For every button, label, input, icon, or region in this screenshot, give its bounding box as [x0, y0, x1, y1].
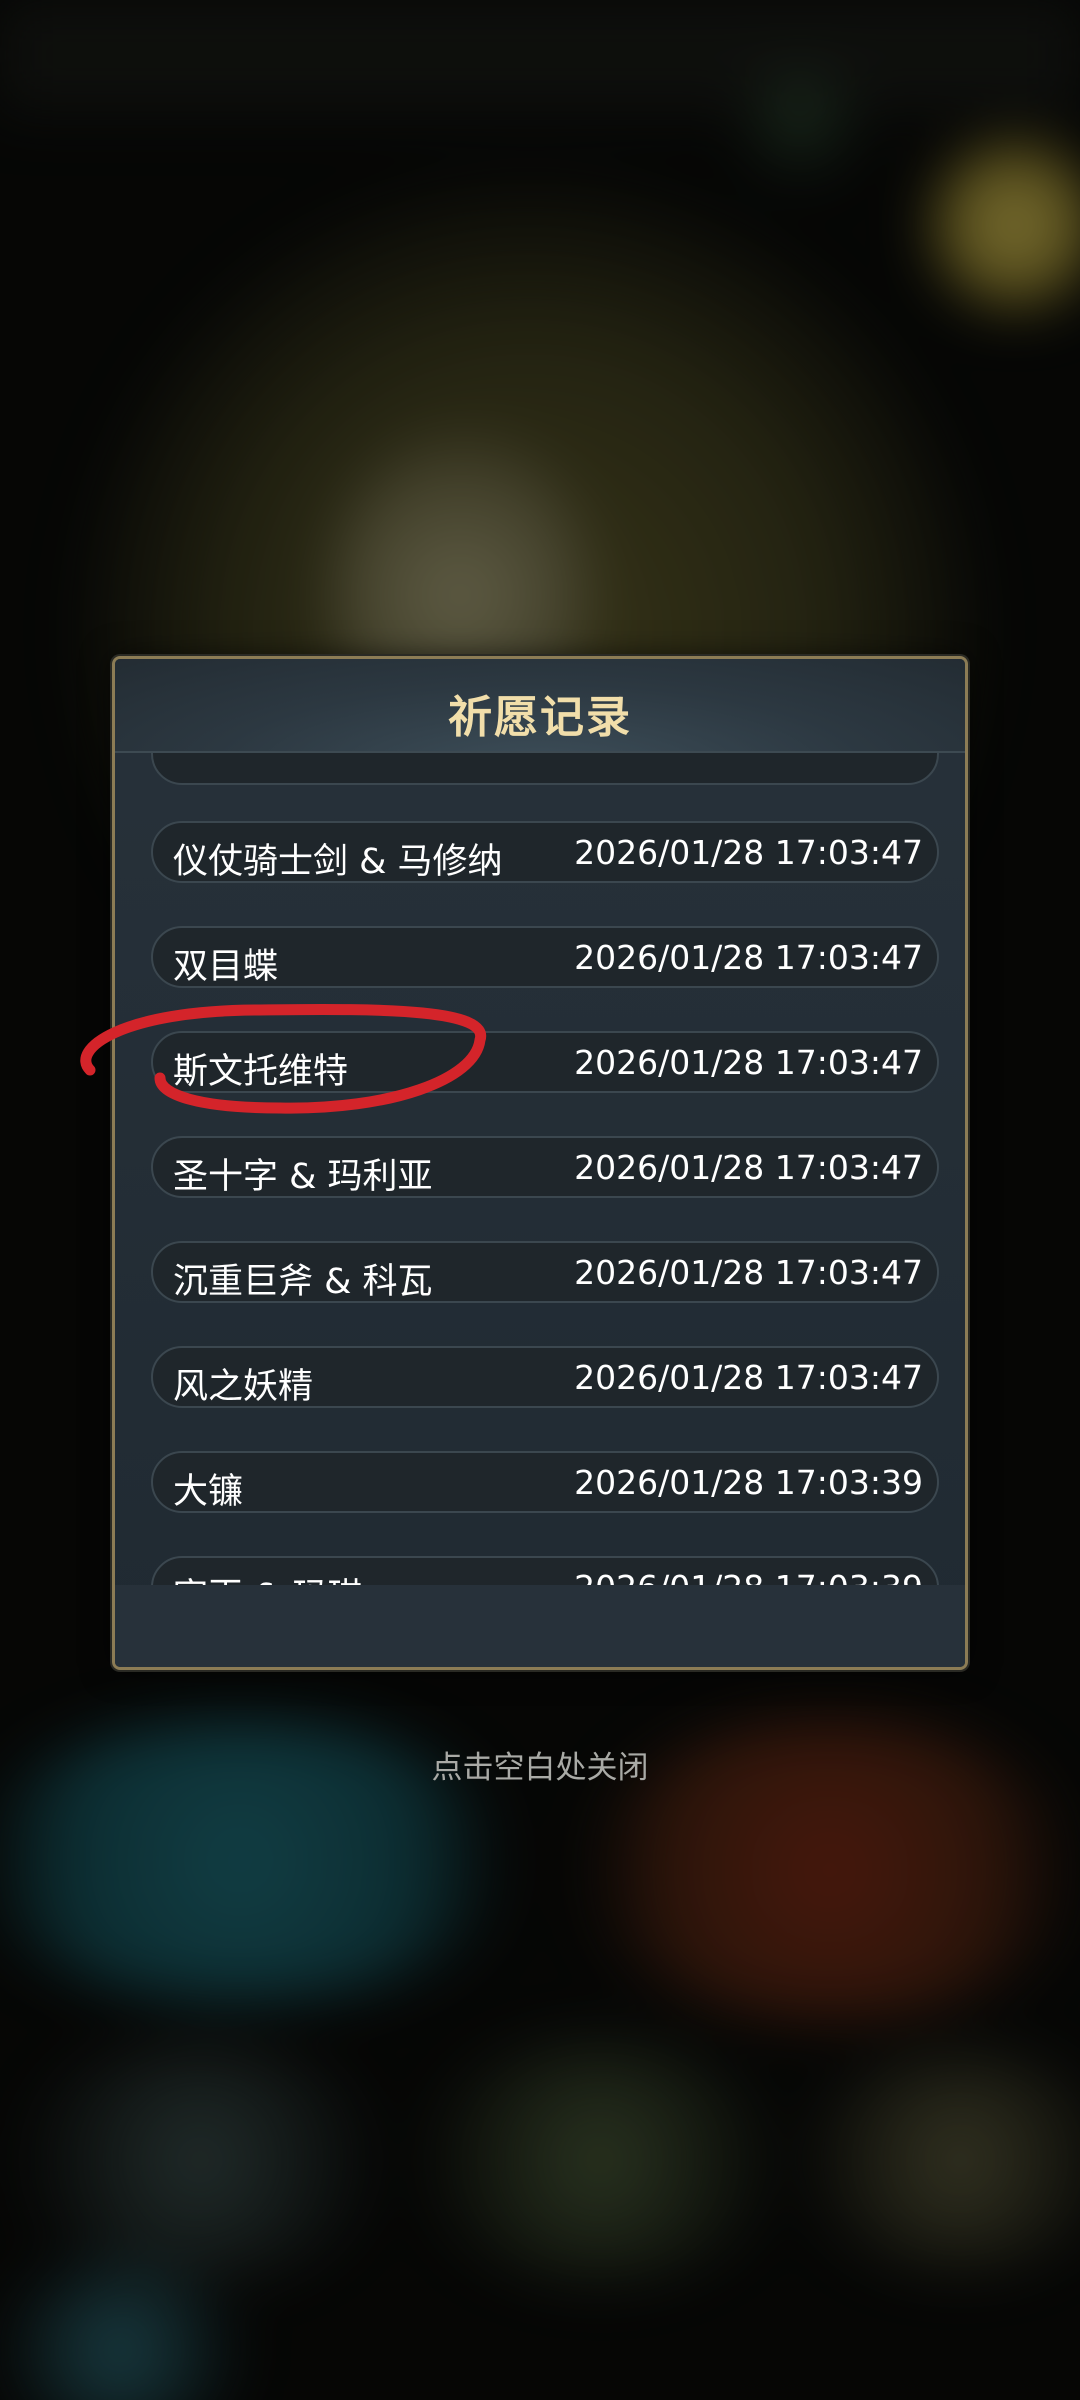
record-time: 2026/01/28 17:03:47	[574, 1253, 923, 1292]
record-time: 2026/01/28 17:03:47	[574, 938, 923, 977]
record-list[interactable]: 仪仗骑士剑 & 马修纳 2026/01/28 17:03:47 双目蝶 2026…	[115, 753, 965, 1591]
record-name: 仪仗骑士剑 & 马修纳	[173, 842, 503, 882]
record-row: 双目蝶 2026/01/28 17:03:47	[151, 926, 939, 988]
record-time: 2026/01/28 17:03:47	[574, 1043, 923, 1082]
record-name: 沉重巨斧 & 科瓦	[173, 1262, 433, 1302]
record-name: 大镰	[173, 1472, 244, 1512]
record-time: 2026/01/28 17:03:47	[574, 833, 923, 872]
dialog-footer	[115, 1585, 965, 1667]
record-name: 斯文托维特	[173, 1052, 349, 1092]
record-name: 双目蝶	[173, 947, 279, 987]
record-row: 风之妖精 2026/01/28 17:03:47	[151, 1346, 939, 1408]
record-row	[151, 753, 939, 785]
screen: 祈愿记录 仪仗骑士剑 & 马修纳 2026/01/28 17:03:47 双目蝶…	[0, 0, 1080, 2400]
dialog-title: 祈愿记录	[448, 692, 632, 743]
record-row: 斯文托维特 2026/01/28 17:03:47	[151, 1031, 939, 1093]
record-time: 2026/01/28 17:03:39	[574, 1463, 923, 1502]
record-row: 大镰 2026/01/28 17:03:39	[151, 1451, 939, 1513]
tap-to-close-hint: 点击空白处关闭	[431, 1750, 649, 1786]
record-row: 沉重巨斧 & 科瓦 2026/01/28 17:03:47	[151, 1241, 939, 1303]
record-time: 2026/01/28 17:03:47	[574, 1358, 923, 1397]
record-name: 圣十字 & 玛利亚	[173, 1157, 433, 1197]
dialog-header: 祈愿记录	[115, 659, 965, 753]
record-row: 圣十字 & 玛利亚 2026/01/28 17:03:47	[151, 1136, 939, 1198]
record-time: 2026/01/28 17:03:47	[574, 1148, 923, 1187]
record-row: 仪仗骑士剑 & 马修纳 2026/01/28 17:03:47	[151, 821, 939, 883]
wish-record-dialog: 祈愿记录 仪仗骑士剑 & 马修纳 2026/01/28 17:03:47 双目蝶…	[112, 656, 968, 1670]
record-name: 风之妖精	[173, 1367, 314, 1407]
